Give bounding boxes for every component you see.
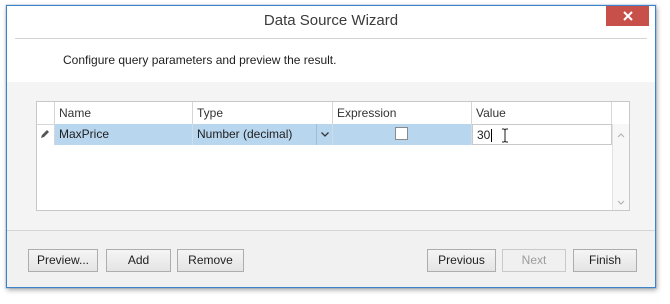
chevron-down-icon <box>320 132 329 137</box>
scroll-down-icon[interactable] <box>613 198 629 208</box>
parameters-grid: Name Type Expression Value MaxPrice Numb… <box>36 101 630 211</box>
column-header-type[interactable]: Type <box>193 102 333 124</box>
wizard-content: Name Type Expression Value MaxPrice Numb… <box>7 82 655 230</box>
data-source-wizard-window: Data Source Wizard Configure query param… <box>6 5 656 288</box>
column-header-name[interactable]: Name <box>55 102 193 124</box>
close-button[interactable] <box>606 6 649 26</box>
type-value: Number (decimal) <box>197 127 293 141</box>
row-indicator <box>37 124 55 145</box>
next-button[interactable]: Next <box>502 249 566 272</box>
value-input[interactable]: 30 <box>477 128 490 142</box>
remove-button[interactable]: Remove <box>177 249 244 272</box>
add-button[interactable]: Add <box>106 249 171 272</box>
type-dropdown-button[interactable] <box>316 124 332 145</box>
header-description: Configure query parameters and preview t… <box>63 53 337 67</box>
row-indicator-header <box>37 102 55 124</box>
cell-value[interactable]: 30 <box>472 124 612 145</box>
expression-checkbox[interactable] <box>395 127 408 140</box>
vertical-scrollbar[interactable] <box>612 124 629 210</box>
title-bar: Data Source Wizard <box>7 6 655 38</box>
previous-button[interactable]: Previous <box>427 249 496 272</box>
pencil-icon <box>41 130 49 138</box>
window-title: Data Source Wizard <box>263 12 399 29</box>
column-header-value[interactable]: Value <box>472 102 612 124</box>
close-icon <box>622 11 633 21</box>
column-header-expression[interactable]: Expression <box>333 102 472 124</box>
finish-button[interactable]: Finish <box>573 249 637 272</box>
wizard-header: Configure query parameters and preview t… <box>15 38 647 83</box>
text-cursor-icon <box>502 128 508 143</box>
header-corner <box>612 102 629 124</box>
scroll-up-icon[interactable] <box>613 130 629 140</box>
cell-name[interactable]: MaxPrice <box>55 124 193 145</box>
wizard-footer: Preview... Add Remove Previous Next Fini… <box>7 230 655 287</box>
cell-type[interactable]: Number (decimal) <box>193 124 333 145</box>
table-row[interactable]: MaxPrice Number (decimal) 30 <box>37 124 629 145</box>
preview-button[interactable]: Preview... <box>28 249 98 272</box>
grid-header: Name Type Expression Value <box>37 102 629 125</box>
cell-expression[interactable] <box>333 124 472 145</box>
text-caret <box>491 129 493 143</box>
